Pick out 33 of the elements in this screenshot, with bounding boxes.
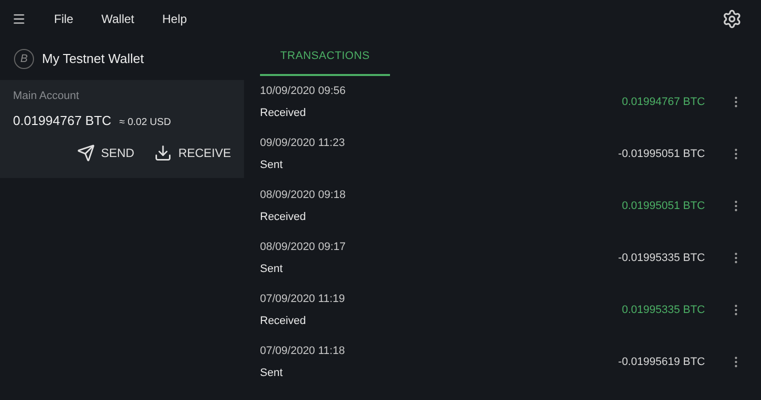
transaction-amount: -0.01995335 BTC xyxy=(618,250,705,266)
transaction-date: 07/09/2020 11:19 xyxy=(260,292,346,306)
transaction-type: Sent xyxy=(260,366,284,381)
receive-button[interactable]: RECEIVE xyxy=(154,144,231,162)
bitcoin-icon: B xyxy=(14,49,34,69)
download-icon xyxy=(154,144,172,162)
transaction-date: 07/09/2020 11:18 xyxy=(260,344,346,358)
transaction-amount: 0.01994767 BTC xyxy=(622,94,705,110)
menu-item[interactable]: File xyxy=(54,10,74,28)
menu-item[interactable]: Help xyxy=(162,10,187,28)
balance: 0.01994767 BTC xyxy=(13,112,112,130)
tab[interactable]: TRANSACTIONS xyxy=(260,38,390,76)
wallet-name[interactable]: My Testnet Wallet xyxy=(42,49,144,69)
transaction-date: 08/09/2020 09:17 xyxy=(260,240,347,254)
transaction-amount: -0.01995051 BTC xyxy=(618,146,705,162)
transaction-type: Received xyxy=(260,210,307,225)
menu-icon[interactable] xyxy=(12,12,26,26)
transaction-amount: 0.01995051 BTC xyxy=(622,198,705,214)
transaction-type: Sent xyxy=(260,262,284,277)
menu-item[interactable]: Wallet xyxy=(101,10,134,28)
transaction-amount: 0.01995335 BTC xyxy=(622,302,705,318)
transaction-amount: -0.01995619 BTC xyxy=(618,354,705,370)
settings-icon[interactable] xyxy=(722,9,742,29)
transaction-type: Received xyxy=(260,106,307,121)
transaction-date: 10/09/2020 09:56 xyxy=(260,84,347,98)
account-name: Main Account xyxy=(13,89,80,104)
transaction-type: Sent xyxy=(260,158,284,173)
fiat-value: ≈ 0.02 USD xyxy=(119,116,171,130)
transaction-type: Received xyxy=(260,314,307,329)
send-icon xyxy=(76,144,95,162)
send-button[interactable]: SEND xyxy=(76,144,134,162)
transaction-date: 09/09/2020 11:23 xyxy=(260,136,346,150)
transaction-date: 08/09/2020 09:18 xyxy=(260,188,347,202)
